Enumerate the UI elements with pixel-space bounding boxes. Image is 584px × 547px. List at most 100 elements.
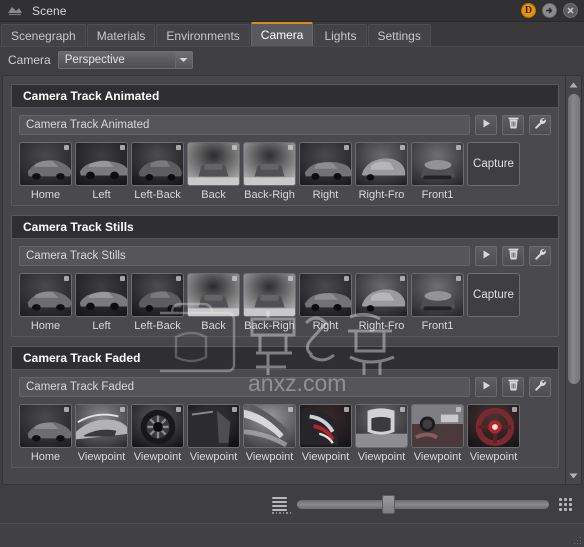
tab-scenegraph[interactable]: Scenegraph	[1, 24, 86, 46]
viewpoint-thumb-cell[interactable]: Home	[19, 404, 72, 463]
viewpoint-thumbnail[interactable]	[299, 273, 352, 317]
viewpoint-thumb-cell[interactable]: Viewpoint	[299, 404, 352, 463]
tab-environments[interactable]: Environments	[156, 24, 250, 46]
viewpoint-thumb-cell[interactable]: Viewpoint	[467, 404, 520, 463]
viewpoint-thumbnail[interactable]	[355, 404, 408, 448]
viewpoint-thumb-cell[interactable]: Viewpoint	[243, 404, 296, 463]
tab-lights[interactable]: Lights	[314, 24, 367, 46]
viewpoint-thumbnail[interactable]	[411, 273, 464, 317]
viewpoint-thumb-cell[interactable]: Viewpoint	[187, 404, 240, 463]
track-name-input[interactable]: Camera Track Stills	[19, 246, 470, 266]
play-button[interactable]	[475, 246, 497, 266]
viewpoint-thumb-cell[interactable]: Left	[75, 273, 128, 332]
viewpoint-thumb-cell[interactable]: Front1	[411, 273, 464, 332]
delete-button[interactable]	[502, 115, 524, 135]
bottom-toolbar	[0, 485, 584, 523]
settings-button[interactable]	[529, 377, 551, 397]
play-button[interactable]	[475, 115, 497, 135]
viewpoint-thumbnail[interactable]	[19, 273, 72, 317]
grid-view-icon[interactable]	[559, 497, 572, 511]
delete-button[interactable]	[502, 377, 524, 397]
viewpoint-thumbnail[interactable]	[187, 404, 240, 448]
viewpoint-thumb-cell[interactable]: Front1	[411, 142, 464, 201]
settings-button[interactable]	[529, 246, 551, 266]
viewpoint-label: Right	[312, 189, 339, 201]
viewpoint-label: Viewpoint	[189, 451, 238, 463]
viewpoint-thumbnail[interactable]	[131, 273, 184, 317]
panel-title: Camera Track Animated	[12, 85, 558, 108]
viewpoint-thumbnail[interactable]	[75, 404, 128, 448]
viewpoint-thumb-cell[interactable]: Home	[19, 142, 72, 201]
track-name-input[interactable]: Camera Track Faded	[19, 377, 470, 397]
viewpoint-thumb-cell[interactable]: Viewpoint	[131, 404, 184, 463]
viewpoint-thumbnail[interactable]	[355, 142, 408, 186]
track-control-row: Camera Track Faded	[19, 377, 551, 397]
viewpoint-thumbnail[interactable]	[467, 404, 520, 448]
viewpoint-thumb-cell[interactable]: Left-Back	[131, 273, 184, 332]
viewpoint-thumbnail[interactable]	[187, 142, 240, 186]
viewpoint-thumb-cell[interactable]: Viewpoint	[75, 404, 128, 463]
viewpoint-thumbnail[interactable]	[299, 142, 352, 186]
viewpoint-thumbnail[interactable]	[243, 273, 296, 317]
viewpoint-thumb-cell[interactable]: Right-Fro	[355, 142, 408, 201]
track-name-input[interactable]: Camera Track Animated	[19, 115, 470, 135]
viewpoint-thumb-cell[interactable]: Left	[75, 142, 128, 201]
viewpoint-thumbnail[interactable]	[131, 142, 184, 186]
camera-track-scroll-area[interactable]: Camera Track Animated Camera Track Animat…	[2, 75, 566, 485]
tab-materials[interactable]: Materials	[86, 24, 156, 46]
viewpoint-thumb-cell[interactable]: Back	[187, 273, 240, 332]
viewpoint-thumb-cell[interactable]: Viewpoint	[411, 404, 464, 463]
play-button[interactable]	[475, 377, 497, 397]
camera-dropdown[interactable]: Perspective	[57, 51, 193, 69]
settings-button[interactable]	[529, 115, 551, 135]
drag-handle[interactable]	[272, 512, 291, 514]
viewpoint-label: Viewpoint	[245, 451, 294, 463]
badge-d-button[interactable]: D	[521, 3, 536, 18]
viewpoint-thumbnail[interactable]	[355, 273, 408, 317]
thumb-corner-marker	[120, 145, 125, 150]
viewpoint-thumb-cell[interactable]: Right	[299, 273, 352, 332]
scrollbar-track[interactable]	[567, 92, 580, 468]
chevron-down-icon[interactable]	[567, 469, 581, 482]
viewpoint-thumb-cell[interactable]: Right	[299, 142, 352, 201]
trash-icon	[508, 247, 519, 265]
viewpoint-thumbnail[interactable]	[243, 142, 296, 186]
thumbnail-size-slider[interactable]	[297, 494, 549, 514]
detach-arrow-button[interactable]	[542, 3, 557, 18]
viewpoint-thumbnail[interactable]	[411, 142, 464, 186]
list-view-icon[interactable]	[272, 497, 291, 514]
trash-icon	[508, 116, 519, 134]
viewpoint-thumbnail[interactable]	[411, 404, 464, 448]
camera-dropdown-value: Perspective	[64, 54, 125, 66]
capture-button[interactable]: Capture	[467, 142, 520, 186]
viewpoint-thumb-cell[interactable]: Back	[187, 142, 240, 201]
scrollbar-thumb[interactable]	[567, 94, 580, 384]
tab-settings[interactable]: Settings	[367, 24, 431, 46]
capture-button[interactable]: Capture	[467, 273, 520, 317]
viewpoint-thumbnail[interactable]	[243, 404, 296, 448]
chevron-up-icon[interactable]	[567, 78, 581, 91]
delete-button[interactable]	[502, 246, 524, 266]
viewpoint-thumbnail[interactable]	[299, 404, 352, 448]
viewpoint-thumb-cell[interactable]: Viewpoint	[355, 404, 408, 463]
viewpoint-thumb-cell[interactable]: Left-Back	[131, 142, 184, 201]
viewpoint-label: Left	[92, 189, 111, 201]
close-button[interactable]	[563, 3, 578, 18]
viewpoint-thumb-cell[interactable]: Home	[19, 273, 72, 332]
thumb-corner-marker	[456, 407, 461, 412]
viewpoint-thumbnail[interactable]	[131, 404, 184, 448]
viewpoint-thumbnail[interactable]	[75, 273, 128, 317]
viewpoint-thumbnail[interactable]	[187, 273, 240, 317]
viewpoint-thumb-cell[interactable]: Right-Fro	[355, 273, 408, 332]
tab-camera[interactable]: Camera	[250, 22, 314, 46]
viewpoint-label: Back-Righ	[244, 189, 295, 201]
viewpoint-thumbnail[interactable]	[19, 404, 72, 448]
viewpoint-thumb-cell[interactable]: Back-Righ	[243, 142, 296, 201]
vertical-scrollbar[interactable]	[566, 75, 582, 485]
viewpoint-thumbnail[interactable]	[75, 142, 128, 186]
viewpoint-label: Home	[30, 451, 61, 463]
viewpoint-thumb-cell[interactable]: Back-Righ	[243, 273, 296, 332]
resize-grip[interactable]	[572, 535, 581, 544]
slider-knob[interactable]	[382, 494, 395, 514]
viewpoint-thumbnail[interactable]	[19, 142, 72, 186]
